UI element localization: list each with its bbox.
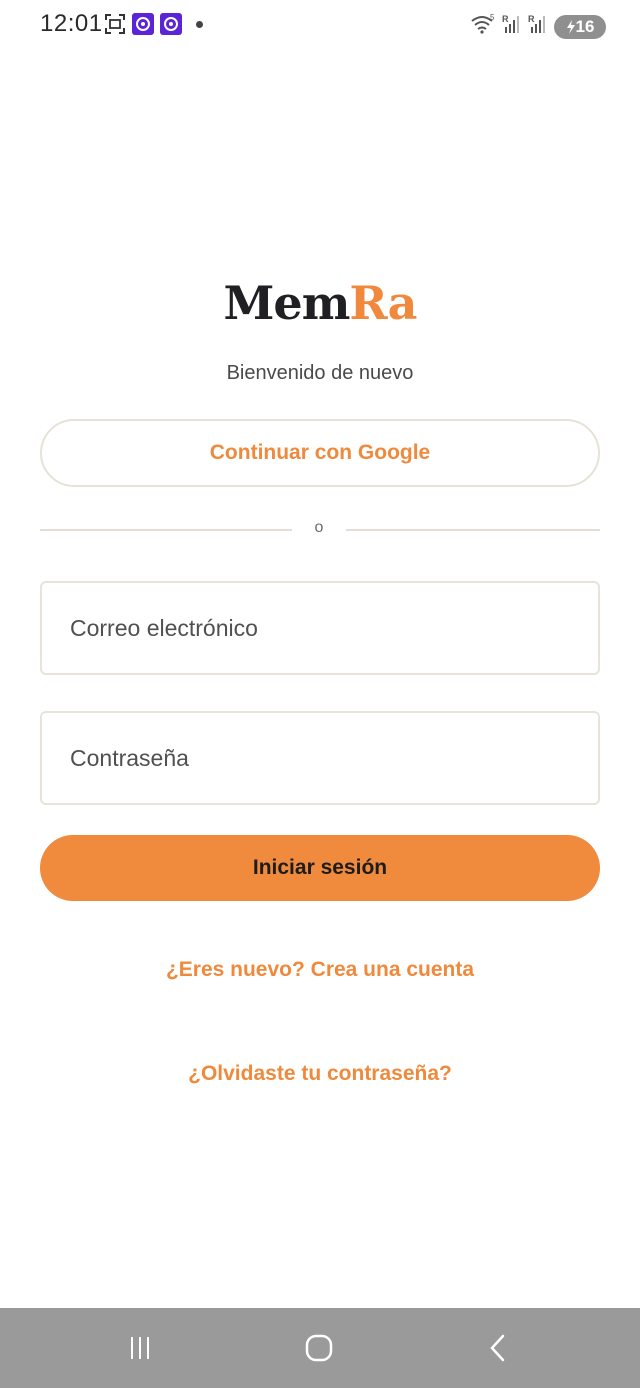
app-logo: MemRa (0, 276, 640, 330)
wifi-icon: 5 (470, 13, 496, 40)
continue-with-google-button[interactable]: Continuar con Google (40, 419, 600, 487)
status-icons-left (104, 13, 203, 35)
recent-apps-icon (131, 1337, 149, 1359)
home-button[interactable] (299, 1330, 339, 1366)
navigation-bar (0, 1308, 640, 1388)
status-icons-right: 5 R R 16 (470, 13, 606, 40)
recent-apps-button[interactable] (120, 1330, 160, 1366)
svg-text:5: 5 (490, 13, 495, 22)
battery-icon: 16 (554, 14, 606, 39)
divider-or-text: o (314, 519, 324, 536)
dot-icon (196, 20, 203, 28)
login-screen: 12:01 5 R R 16 MemRa Bienvenido de nuevo… (0, 0, 640, 1388)
password-field[interactable] (42, 713, 598, 803)
signal-icon: R (502, 13, 522, 40)
email-field-container (40, 581, 600, 675)
status-time: 12:01 (40, 10, 103, 37)
svg-text:R: R (528, 14, 535, 24)
divider-left (40, 529, 292, 531)
forgot-password-link[interactable]: ¿Olvidaste tu contraseña? (0, 1062, 640, 1086)
logo-text-ra: Ra (349, 276, 417, 330)
app-notification-icon (132, 13, 154, 35)
logo-text-mem: Mem (223, 276, 351, 330)
back-button[interactable] (478, 1330, 518, 1366)
charging-icon (566, 19, 575, 34)
signal-icon: R (528, 13, 548, 40)
back-icon (490, 1334, 505, 1362)
battery-level: 16 (575, 16, 595, 36)
divider-right (346, 529, 600, 531)
screenshot-icon (104, 13, 126, 35)
create-account-link[interactable]: ¿Eres nuevo? Crea una cuenta (0, 958, 640, 982)
email-field[interactable] (42, 583, 598, 673)
home-icon (305, 1334, 333, 1362)
app-notification-icon (160, 13, 182, 35)
svg-text:R: R (502, 14, 509, 24)
password-field-container (40, 711, 600, 805)
welcome-subtitle: Bienvenido de nuevo (226, 362, 414, 384)
status-bar: 12:01 5 R R 16 (0, 0, 640, 52)
login-button[interactable]: Iniciar sesión (40, 835, 600, 901)
